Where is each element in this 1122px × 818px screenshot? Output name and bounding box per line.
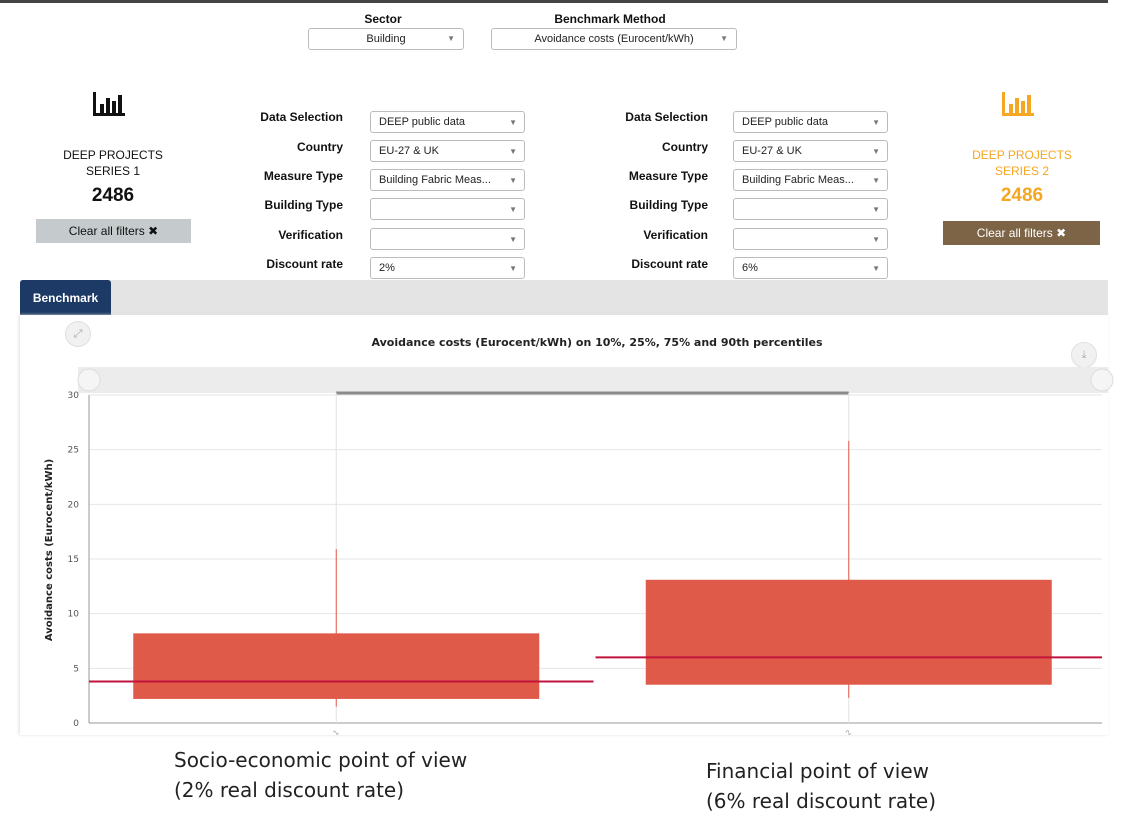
discount-rate-value-2: 6%	[742, 262, 758, 274]
data-selection-label-2: Data Selection	[625, 110, 708, 124]
building-type-select-2[interactable]: ▼	[733, 198, 888, 220]
y-tick-label: 5	[73, 664, 79, 674]
box-iqr	[133, 633, 540, 699]
caption-left-line2: (2% real discount rate)	[174, 778, 405, 802]
data-selection-label-1: Data Selection	[260, 110, 343, 124]
series2-clear-filters-button[interactable]: Clear all filters ✖	[943, 221, 1100, 245]
zoom-handle-right[interactable]	[1090, 368, 1114, 392]
measure-type-value-2: Building Fabric Meas...	[742, 174, 854, 186]
measure-type-value-1: Building Fabric Meas...	[379, 174, 491, 186]
chevron-down-icon: ▼	[872, 176, 880, 185]
chevron-down-icon: ▼	[509, 118, 517, 127]
series2-title-line2: SERIES 2	[994, 164, 1050, 178]
data-selection-value-1: DEEP public data	[379, 116, 466, 128]
discount-rate-select-1[interactable]: 2% ▼	[370, 257, 525, 279]
verification-select-1[interactable]: ▼	[370, 228, 525, 250]
benchmark-method-label: Benchmark Method	[554, 12, 666, 26]
discount-rate-label-2: Discount rate	[631, 257, 708, 271]
y-tick-label: 30	[68, 391, 80, 401]
building-type-label-1: Building Type	[264, 198, 343, 212]
data-selection-value-2: DEEP public data	[742, 116, 829, 128]
chevron-down-icon: ▼	[509, 176, 517, 185]
zoom-scrollbar[interactable]	[78, 367, 1108, 393]
country-value-1: EU-27 & UK	[379, 145, 439, 157]
series2-count: 2486	[1000, 185, 1044, 206]
data-selection-select-1[interactable]: DEEP public data ▼	[370, 111, 525, 133]
building-type-label-2: Building Type	[629, 198, 708, 212]
chevron-down-icon: ▼	[872, 235, 880, 244]
discount-rate-select-2[interactable]: 6% ▼	[733, 257, 888, 279]
caption-right-line2: (6% real discount rate)	[706, 789, 937, 813]
x-tick-label: 1	[332, 729, 341, 735]
chevron-down-icon: ▼	[872, 118, 880, 127]
country-value-2: EU-27 & UK	[742, 145, 802, 157]
series1-title-line2: SERIES 1	[85, 164, 141, 178]
chevron-down-icon: ▼	[872, 147, 880, 156]
y-tick-label: 10	[68, 610, 80, 620]
y-axis-label: Avoidance costs (Eurocent/kWh)	[44, 459, 55, 641]
top-divider	[0, 0, 1108, 3]
building-type-select-1[interactable]: ▼	[370, 198, 525, 220]
chart-title: Avoidance costs (Eurocent/kWh) on 10%, 2…	[371, 336, 822, 349]
verification-label-2: Verification	[643, 228, 708, 242]
y-tick-label: 20	[68, 500, 80, 510]
country-label-2: Country	[662, 140, 708, 154]
chevron-down-icon: ▼	[447, 34, 455, 43]
y-tick-label: 25	[68, 446, 79, 456]
sector-value: Building	[366, 33, 406, 45]
measure-type-label-2: Measure Type	[628, 169, 708, 183]
tab-bar	[20, 280, 1108, 315]
caption-right: Financial point of view (6% real discoun…	[706, 756, 936, 816]
caption-left-line1: Socio-economic point of view	[174, 748, 468, 772]
tab-benchmark[interactable]: Benchmark	[20, 280, 111, 315]
country-select-1[interactable]: EU-27 & UK ▼	[370, 140, 525, 162]
measure-type-select-1[interactable]: Building Fabric Meas... ▼	[370, 169, 525, 191]
sector-label: Sector	[364, 12, 402, 26]
box-plot-chart: Avoidance costs (Eurocent/kWh) on 10%, 2…	[44, 336, 1114, 735]
chevron-down-icon: ▼	[509, 147, 517, 156]
chevron-down-icon: ▼	[720, 34, 728, 43]
measure-type-label-1: Measure Type	[263, 169, 343, 183]
series2-title-line1: DEEP PROJECTS	[972, 148, 1072, 162]
benchmark-method-select[interactable]: Avoidance costs (Eurocent/kWh) ▼	[491, 28, 737, 50]
bar-chart-icon	[1002, 92, 1034, 116]
bar-chart-icon	[93, 92, 125, 116]
data-selection-select-2[interactable]: DEEP public data ▼	[733, 111, 888, 133]
series1-count: 2486	[91, 185, 135, 206]
country-label-1: Country	[297, 140, 343, 154]
series1-title-line1: DEEP PROJECTS	[63, 148, 163, 162]
verification-label-1: Verification	[278, 228, 343, 242]
y-tick-label: 0	[73, 719, 79, 729]
series2-title: DEEP PROJECTS SERIES 2	[932, 147, 1112, 179]
x-tick-label: 2	[844, 729, 853, 735]
sector-select[interactable]: Building ▼	[308, 28, 464, 50]
y-tick-label: 15	[68, 555, 79, 565]
discount-rate-value-1: 2%	[379, 262, 395, 274]
caption-left: Socio-economic point of view (2% real di…	[174, 745, 467, 805]
zoom-handle-left[interactable]	[77, 368, 101, 392]
caption-right-line1: Financial point of view	[706, 759, 929, 783]
chevron-down-icon: ▼	[509, 235, 517, 244]
verification-select-2[interactable]: ▼	[733, 228, 888, 250]
country-select-2[interactable]: EU-27 & UK ▼	[733, 140, 888, 162]
measure-type-select-2[interactable]: Building Fabric Meas... ▼	[733, 169, 888, 191]
chevron-down-icon: ▼	[509, 264, 517, 273]
benchmark-method-value: Avoidance costs (Eurocent/kWh)	[534, 33, 694, 45]
series1-clear-filters-button[interactable]: Clear all filters ✖	[36, 219, 191, 243]
discount-rate-label-1: Discount rate	[266, 257, 343, 271]
box-iqr	[645, 579, 1052, 685]
chevron-down-icon: ▼	[872, 205, 880, 214]
chevron-down-icon: ▼	[872, 264, 880, 273]
series1-title: DEEP PROJECTS SERIES 1	[23, 147, 203, 179]
chevron-down-icon: ▼	[509, 205, 517, 214]
